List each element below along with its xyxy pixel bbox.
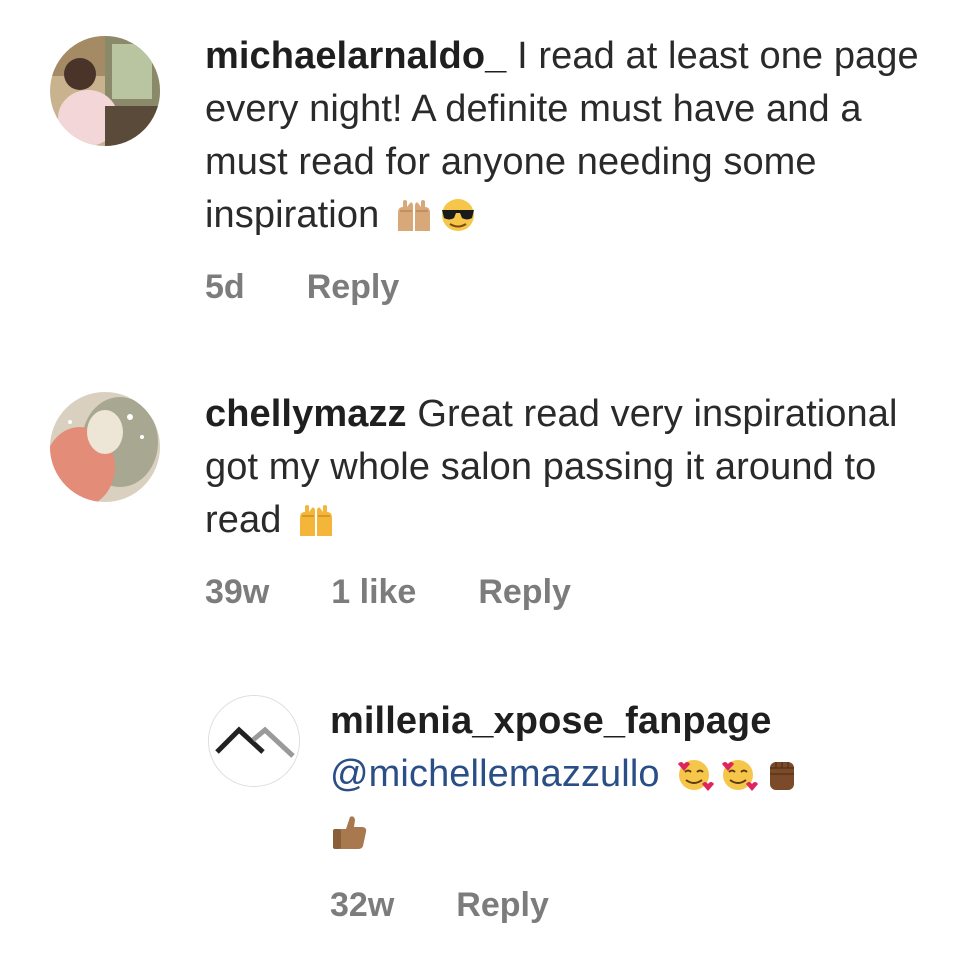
comment-time: 39w bbox=[205, 573, 270, 611]
sunglasses-face-icon bbox=[438, 195, 478, 248]
avatar[interactable] bbox=[50, 36, 160, 146]
comment-text: michaelarnaldo_ I read at least one page… bbox=[205, 30, 945, 248]
mountain-logo-icon bbox=[209, 696, 299, 786]
user-photo-icon bbox=[50, 36, 160, 146]
comment-username[interactable]: millenia_xpose_fanpage bbox=[330, 695, 950, 748]
comment-time: 32w bbox=[330, 886, 395, 924]
user-photo-icon bbox=[50, 392, 160, 502]
mention-link[interactable]: @michellemazzullo bbox=[330, 753, 660, 795]
raising-hands-icon bbox=[296, 500, 336, 553]
reply-button[interactable]: Reply bbox=[478, 573, 571, 612]
comment-meta: 5d Reply bbox=[205, 268, 945, 308]
avatar[interactable] bbox=[208, 695, 300, 787]
comment-time: 5d bbox=[205, 268, 245, 306]
smiling-face-with-hearts-icon bbox=[674, 754, 715, 807]
raising-hands-icon bbox=[394, 195, 434, 248]
comment-meta: 32w Reply bbox=[330, 886, 950, 926]
comment-username[interactable]: chellymazz bbox=[205, 393, 407, 435]
comment-text: millenia_xpose_fanpage @michellemazzullo bbox=[330, 695, 950, 866]
comment-meta: 39w 1 like Reply bbox=[205, 573, 945, 613]
reply-button[interactable]: Reply bbox=[307, 268, 400, 307]
thumbs-up-icon bbox=[330, 813, 370, 866]
comment-username[interactable]: michaelarnaldo_ bbox=[205, 35, 506, 77]
raised-fist-icon bbox=[762, 754, 802, 807]
avatar[interactable] bbox=[50, 392, 160, 502]
likes-count[interactable]: 1 like bbox=[331, 573, 416, 612]
reply-button[interactable]: Reply bbox=[456, 886, 549, 925]
comment-text: chellymazz Great read very inspirational… bbox=[205, 388, 945, 553]
smiling-face-with-hearts-icon bbox=[718, 754, 759, 807]
